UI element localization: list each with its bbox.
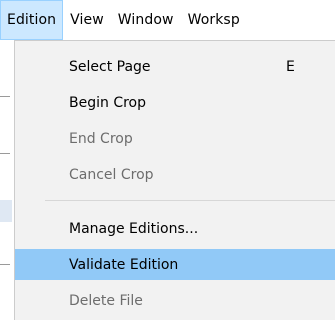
background-line [0, 153, 10, 154]
background-selection [0, 200, 12, 222]
menu-workspace[interactable]: Worksp [181, 0, 247, 40]
menu-item-begin-crop[interactable]: Begin Crop [15, 87, 335, 118]
menu-item-cancel-crop: Cancel Crop [15, 159, 335, 190]
menu-item-label: End Crop [69, 130, 133, 147]
menu-item-label: Cancel Crop [69, 166, 154, 183]
menu-item-label: Manage Editions... [69, 220, 199, 237]
menu-item-label: Delete File [69, 292, 143, 309]
menu-edition[interactable]: Edition [0, 0, 64, 40]
background-line [0, 264, 10, 265]
edition-dropdown-menu: Select Page E Begin Crop End Crop Cancel… [14, 40, 335, 320]
menu-item-validate-edition[interactable]: Validate Edition [15, 249, 335, 280]
background-line [0, 96, 10, 97]
background-window-content [0, 40, 14, 320]
menu-item-label: Begin Crop [69, 94, 146, 111]
menu-item-manage-editions[interactable]: Manage Editions... [15, 213, 335, 244]
menu-separator [45, 200, 335, 201]
menu-view[interactable]: View [63, 0, 111, 40]
menu-item-label: Select Page [69, 58, 151, 75]
menu-item-label: Validate Edition [69, 256, 179, 273]
menu-item-shortcut: E [286, 58, 295, 75]
menu-bar: Edition View Window Worksp [0, 0, 335, 40]
app-window: Edition View Window Worksp Select Page E… [0, 0, 335, 320]
menu-item-select-page[interactable]: Select Page E [15, 51, 335, 82]
menu-item-end-crop: End Crop [15, 123, 335, 154]
menu-window[interactable]: Window [111, 0, 181, 40]
menu-item-delete-file: Delete File [15, 285, 335, 316]
